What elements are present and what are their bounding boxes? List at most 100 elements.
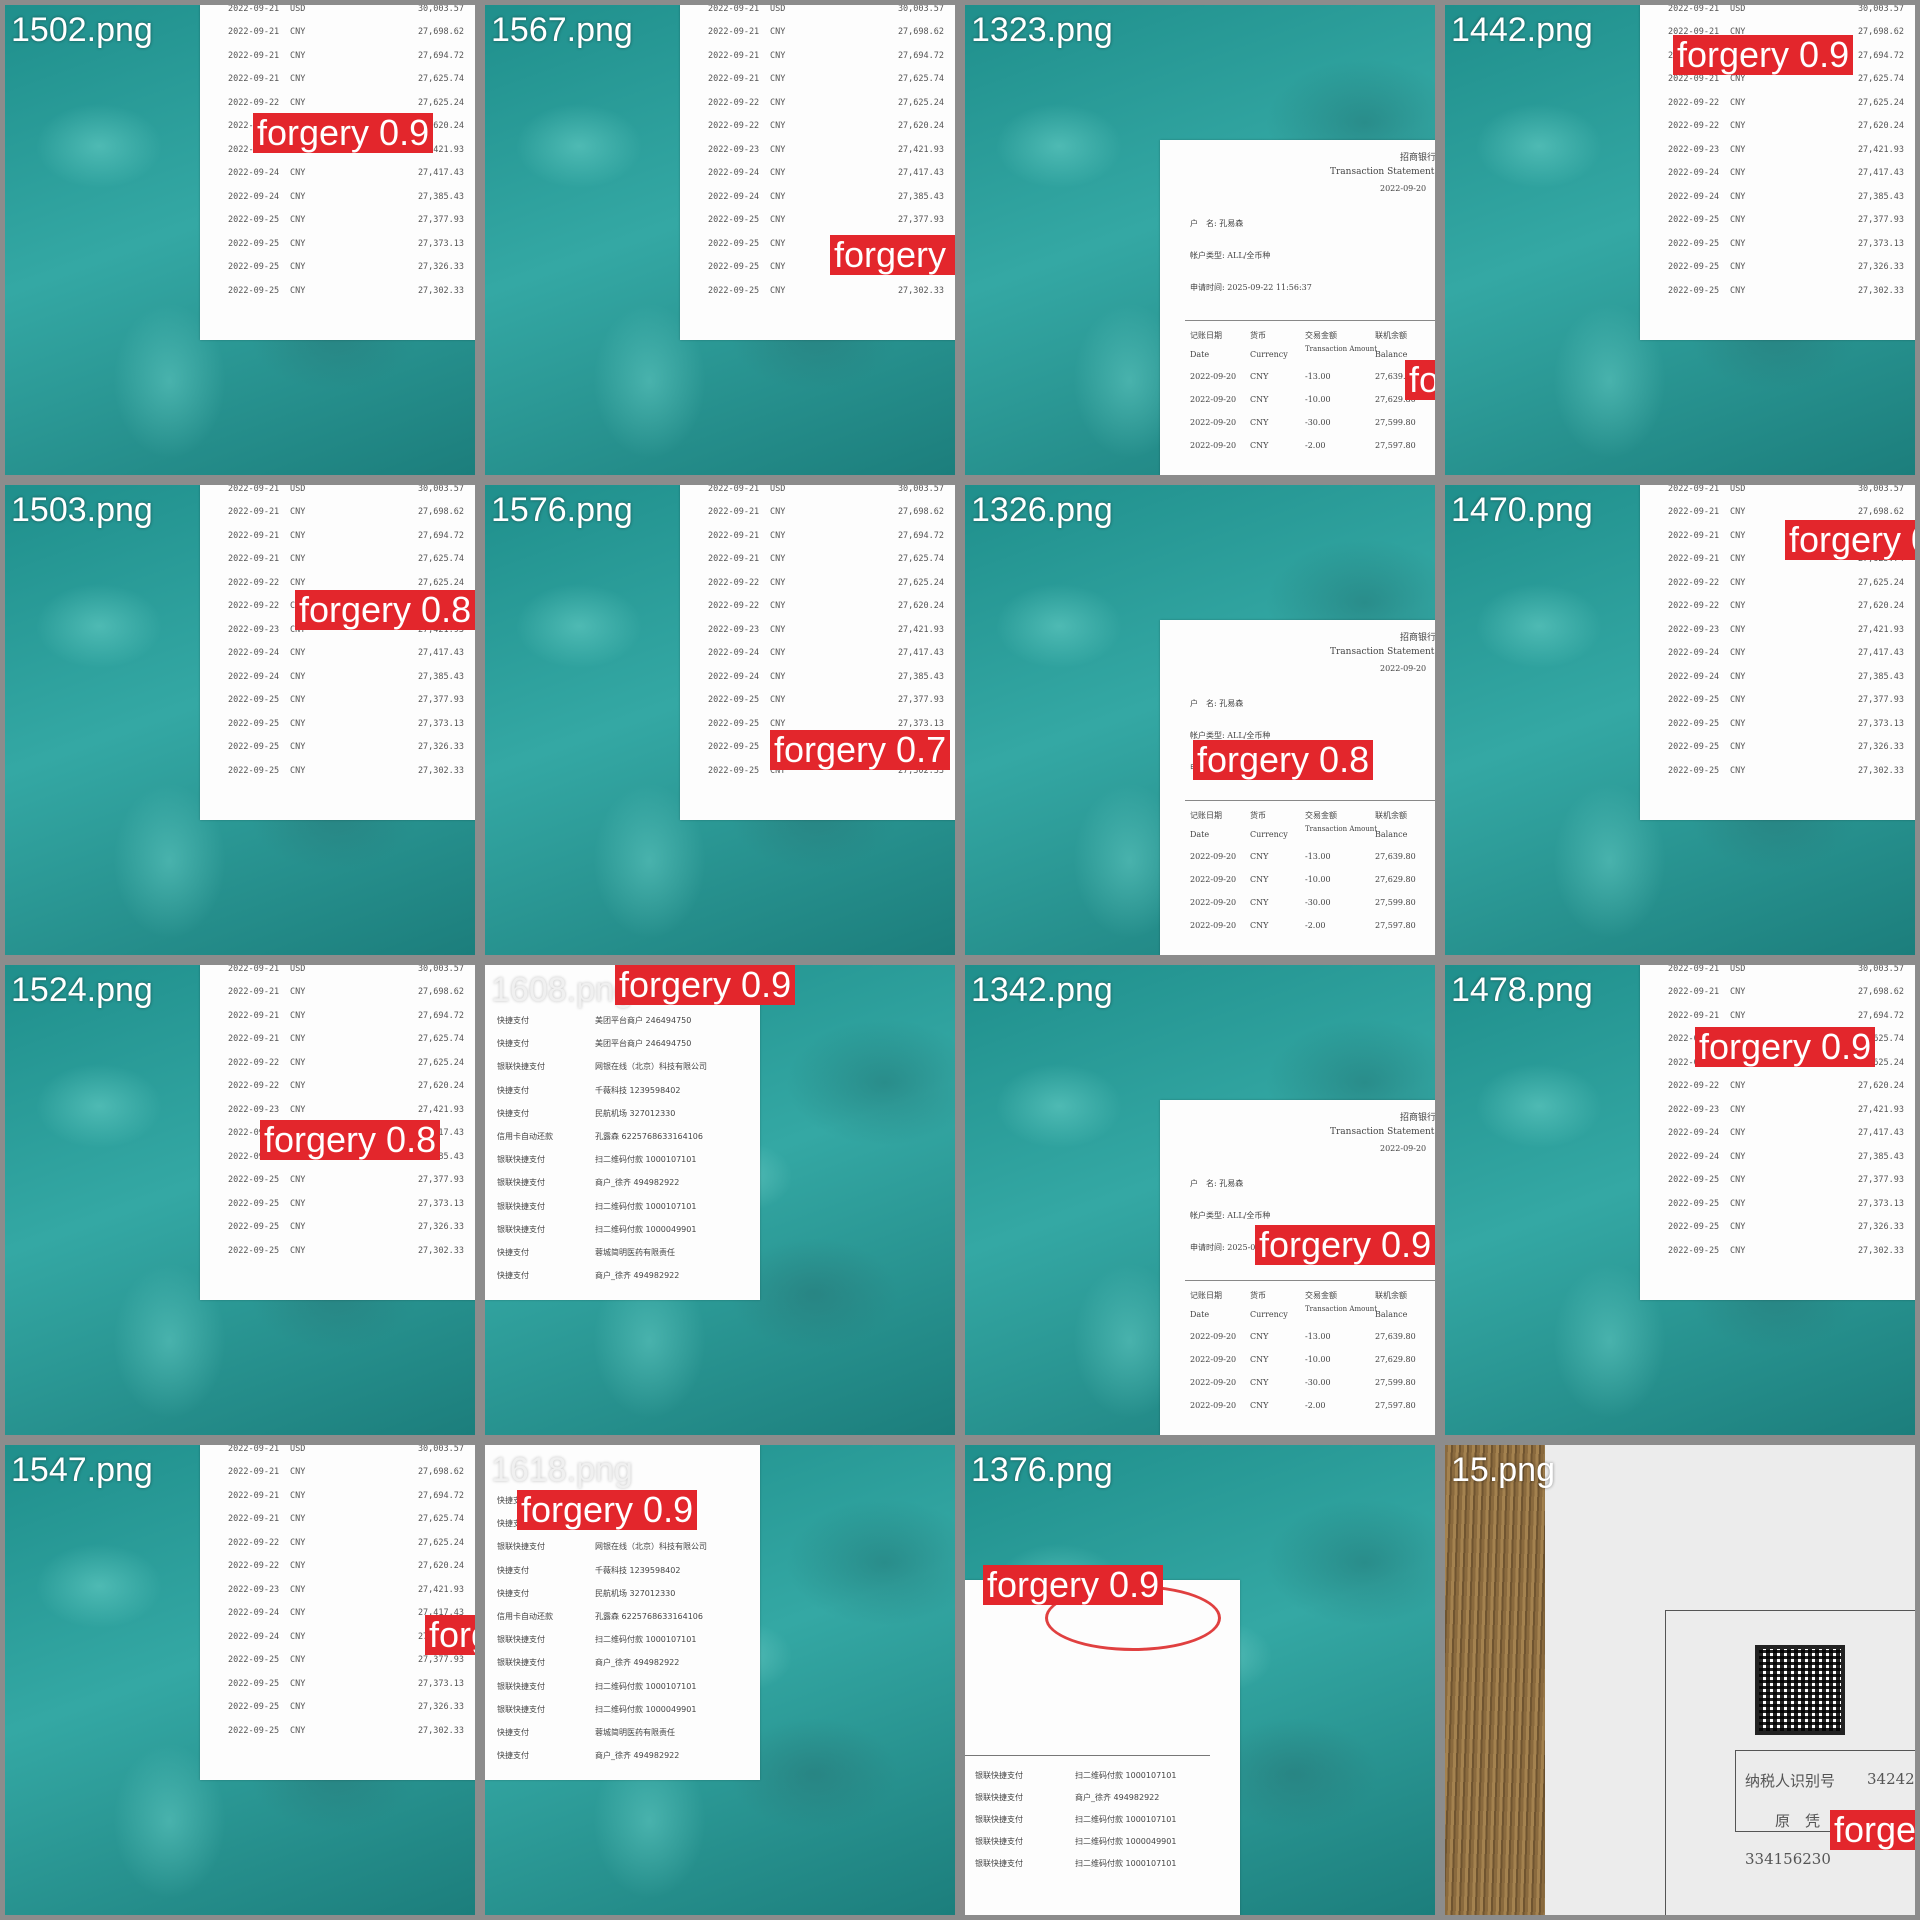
statement-cell: 2022-09-25	[1668, 742, 1720, 753]
payment-cell: 信用卡自动还款	[497, 1612, 553, 1621]
statement-cell: CNY	[1730, 601, 1746, 612]
statement-cell: 2022-09-21	[1668, 554, 1720, 565]
statement-cell: 27,385.43	[1857, 191, 1904, 202]
statement-rows: 2022-09-21 USD 30,003.57 2022-09-21 CNY 27,69…	[1668, 965, 1904, 1263]
statement-row: 2022-09-21 CNY 27,694.72	[228, 44, 464, 68]
divider-line	[1185, 1280, 1435, 1281]
statement-text: 记账日期	[1190, 1291, 1222, 1300]
statement-text: Balance	[1375, 1310, 1408, 1319]
statement-text: Transaction Amount	[1305, 1305, 1378, 1313]
statement-cell: 2022-09-24	[228, 1608, 280, 1619]
statement-row: 2022-09-24 CNY 27,417.43	[1668, 162, 1904, 186]
statement-cell: CNY	[290, 1198, 306, 1209]
detection-label: forgery 0.8	[1193, 740, 1374, 780]
statement-row: 2022-09-25 CNY 27,302.33	[228, 1719, 464, 1743]
result-tile: 2022-09-21 USD 30,003.57 2022-09-21 CNY 27,69…	[1445, 485, 1915, 955]
payment-cell: 银联快捷支付	[497, 1178, 545, 1188]
statement-cell: 2022-09-25	[228, 1198, 280, 1209]
statement-cell: CNY	[1730, 1128, 1746, 1139]
payment-cell: 网银在线（北京）科技有限公司	[595, 1062, 707, 1072]
payment-cell: 商户_徐齐 494982922	[595, 1178, 680, 1188]
statement-cell: 30,003.57	[417, 485, 464, 494]
statement-text: 交易金额	[1305, 1291, 1337, 1300]
statement-cell: CNY	[770, 671, 786, 682]
payment-cell: 美团平台商户 246494750	[595, 1016, 692, 1025]
statement-cell: CNY	[290, 1561, 306, 1572]
statement-cell: CNY	[1730, 285, 1746, 296]
statement-cell: 27,698.62	[897, 27, 944, 38]
statement-cell: 30,003.57	[897, 485, 944, 494]
statement-row: 2022-09-24 CNY 27,417.43	[708, 162, 944, 186]
payment-cell: 民航机场 327012330	[595, 1108, 676, 1118]
detection-label: forgery 0.9	[425, 1615, 475, 1655]
statement-cell: 2022-09-25	[228, 1725, 280, 1736]
statement-row: 2022-09-25 CNY 27,377.93	[1668, 209, 1904, 233]
statement-cell: CNY	[290, 50, 306, 61]
statement-row: 2022-09-22 CNY 27,620.24	[1668, 595, 1904, 619]
statement-cell: 27,625.74	[897, 554, 944, 565]
payment-cell: 银联快捷支付	[497, 1658, 545, 1668]
statement-cell: 27,694.72	[897, 530, 944, 541]
statement-text: Currency	[1250, 350, 1288, 359]
statement-cell: 2022-09-22	[228, 97, 280, 108]
statement-row: 2022-09-21 CNY 27,698.62	[228, 501, 464, 525]
statement-cell: 2022-09-25	[1668, 285, 1720, 296]
statement-cell: CNY	[1730, 215, 1746, 226]
result-tile: 2022-09-21 USD 30,003.57 2022-09-21 CNY 27,69…	[5, 965, 475, 1435]
statement-row: 2022-09-21 CNY 27,698.62	[228, 981, 464, 1005]
statement-cell: CNY	[770, 624, 786, 635]
statement-row: 2022-09-21 CNY 27,694.72	[708, 44, 944, 68]
statement-cell: 27,377.93	[417, 215, 464, 226]
statement-cell: CNY	[290, 1514, 306, 1525]
statement-text: Transaction Statement	[1330, 1127, 1435, 1137]
statement-cell: CNY	[290, 1678, 306, 1689]
statement-text: 27,597.80	[1375, 441, 1416, 450]
detection-label: forgery 0.8	[830, 235, 955, 275]
statement-cell: 27,377.93	[897, 215, 944, 226]
statement-cell: 2022-09-25	[1668, 1175, 1720, 1186]
statement-cell: 2022-09-23	[708, 144, 760, 155]
statement-cell: 27,373.13	[417, 1678, 464, 1689]
statement-cell: CNY	[770, 144, 786, 155]
statement-text: 户 名: 孔易森	[1190, 1179, 1244, 1188]
statement-cell: 27,625.74	[417, 1034, 464, 1045]
statement-cell: CNY	[1730, 121, 1746, 132]
statement-cell: CNY	[290, 1034, 306, 1045]
payment-cell: 美团平台商户 246494750	[595, 1039, 692, 1049]
statement-cell: 2022-09-21	[1668, 987, 1720, 998]
statement-cell: CNY	[1730, 671, 1746, 682]
statement-text: 帐户类型: ALL/全币种	[1190, 1211, 1271, 1220]
statement-cell: 2022-09-22	[708, 577, 760, 588]
statement-row: 2022-09-23 CNY 27,421.93	[708, 138, 944, 162]
statement-text: -2.00	[1305, 921, 1326, 930]
payment-cell: 扫二维码付款 1000049901	[595, 1704, 697, 1714]
statement-cell: CNY	[770, 718, 786, 729]
statement-cell: 2022-09-21	[228, 1445, 280, 1454]
statement-cell: CNY	[290, 671, 306, 682]
statement-text: 2022-09-20	[1190, 921, 1237, 930]
statement-text: 27,599.80	[1375, 418, 1416, 427]
statement-cell: 2022-09-22	[228, 601, 280, 612]
statement-row: 2022-09-25 CNY 27,302.33	[708, 279, 944, 303]
statement-cell: CNY	[1730, 97, 1746, 108]
statement-cell: 2022-09-21	[228, 1514, 280, 1525]
detection-label: forgery	[1830, 1810, 1915, 1850]
statement-cell: 2022-09-21	[228, 1034, 280, 1045]
statement-row: 2022-09-24 CNY 27,385.43	[228, 665, 464, 689]
statement-cell: CNY	[290, 577, 306, 588]
statement-cell: 27,625.74	[417, 74, 464, 85]
statement-cell: 27,620.24	[897, 121, 944, 132]
statement-cell: 2022-09-22	[228, 1081, 280, 1092]
statement-cell: 27,302.33	[1857, 765, 1904, 776]
statement-cell: 2022-09-23	[228, 624, 280, 635]
statement-row: 2022-09-23 CNY 27,421.93	[1668, 1098, 1904, 1122]
statement-cell: 2022-09-23	[1668, 144, 1720, 155]
statement-cell: CNY	[290, 1490, 306, 1501]
statement-cell: 2022-09-25	[1668, 262, 1720, 273]
statement-cell: CNY	[290, 718, 306, 729]
payment-cell: 快捷支付	[497, 1728, 529, 1737]
statement-cell: 2022-09-22	[228, 1057, 280, 1068]
statement-cell: 27,625.24	[897, 97, 944, 108]
statement-row: 2022-09-21 CNY 27,625.74	[708, 548, 944, 572]
statement-text: 户 名: 孔易森	[1190, 219, 1244, 228]
